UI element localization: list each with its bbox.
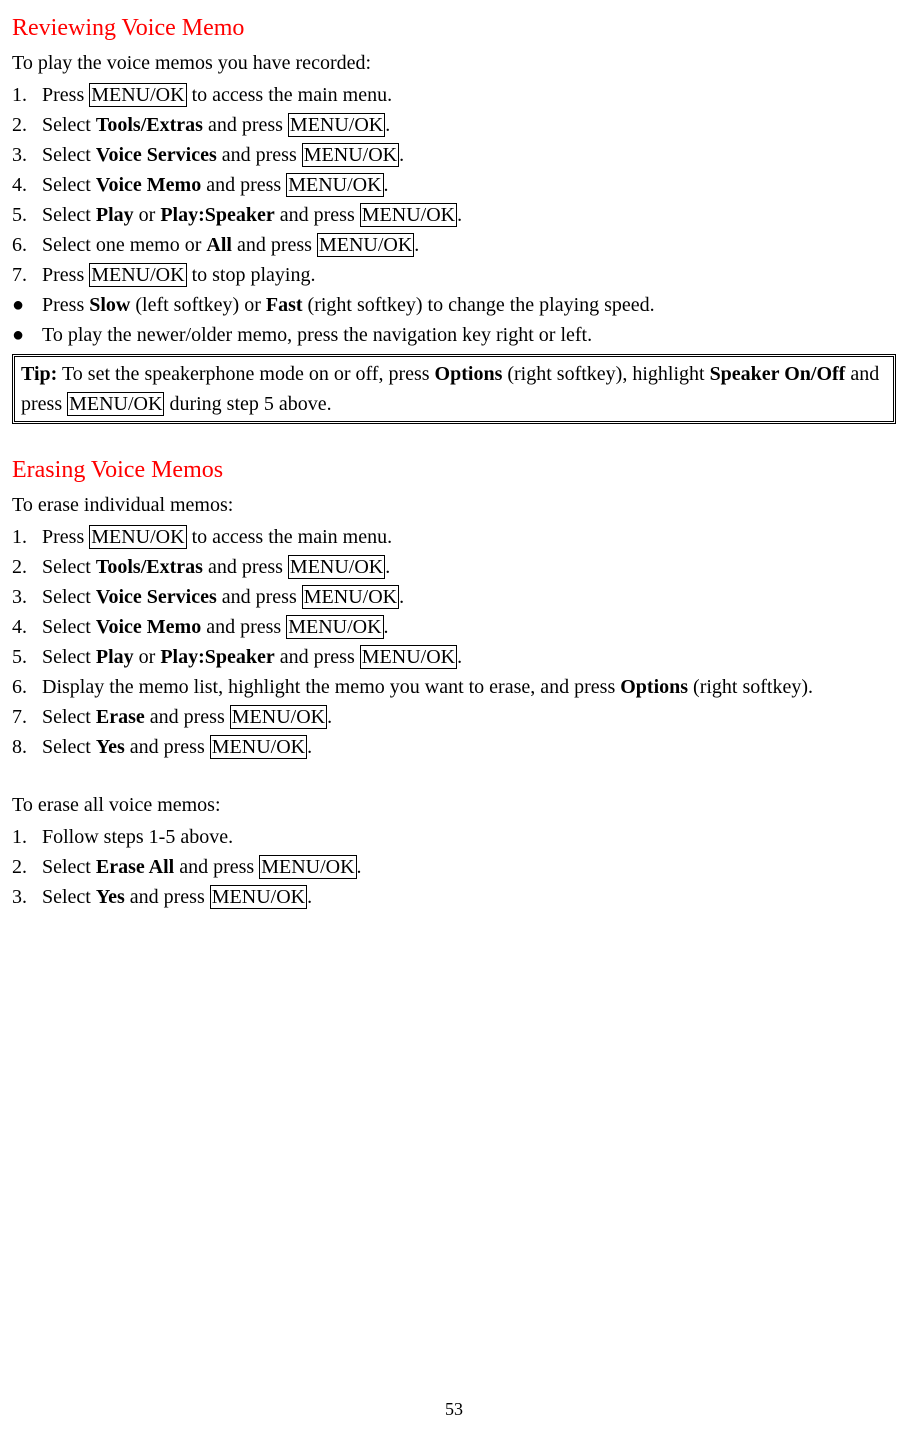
step-7: 7.Press MENU/OK to stop playing.	[12, 260, 896, 290]
tip-box: Tip: To set the speakerphone mode on or …	[12, 354, 896, 424]
menuok-key: MENU/OK	[89, 525, 186, 549]
step-7: 7.Select Erase and press MENU/OK.	[12, 702, 896, 732]
steps-reviewing: 1.Press MENU/OK to access the main menu.…	[12, 80, 896, 290]
step-2: 2.Select Erase All and press MENU/OK.	[12, 852, 896, 882]
heading-reviewing: Reviewing Voice Memo	[12, 10, 896, 46]
menuok-key: MENU/OK	[230, 705, 327, 729]
step-3: 3.Select Yes and press MENU/OK.	[12, 882, 896, 912]
step-2: 2.Select Tools/Extras and press MENU/OK.	[12, 552, 896, 582]
menuok-key: MENU/OK	[89, 83, 186, 107]
menuok-key: MENU/OK	[302, 585, 399, 609]
menuok-key: MENU/OK	[288, 113, 385, 137]
step-5: 5.Select Play or Play:Speaker and press …	[12, 642, 896, 672]
menuok-key: MENU/OK	[317, 233, 414, 257]
menuok-key: MENU/OK	[210, 735, 307, 759]
bullet-2: ●To play the newer/older memo, press the…	[12, 320, 896, 350]
menuok-key: MENU/OK	[360, 203, 457, 227]
steps-erase-all: 1.Follow steps 1-5 above. 2.Select Erase…	[12, 822, 896, 912]
menuok-key: MENU/OK	[360, 645, 457, 669]
menuok-key: MENU/OK	[89, 263, 186, 287]
bullet-1: ●Press Slow (left softkey) or Fast (righ…	[12, 290, 896, 320]
heading-erasing: Erasing Voice Memos	[12, 452, 896, 488]
step-1: 1.Press MENU/OK to access the main menu.	[12, 80, 896, 110]
step-3: 3.Select Voice Services and press MENU/O…	[12, 140, 896, 170]
steps-erasing: 1.Press MENU/OK to access the main menu.…	[12, 522, 896, 762]
menuok-key: MENU/OK	[286, 615, 383, 639]
intro-erasing: To erase individual memos:	[12, 490, 896, 520]
menuok-key: MENU/OK	[259, 855, 356, 879]
menuok-key: MENU/OK	[286, 173, 383, 197]
step-2: 2.Select Tools/Extras and press MENU/OK.	[12, 110, 896, 140]
menuok-key: MENU/OK	[210, 885, 307, 909]
menuok-key: MENU/OK	[288, 555, 385, 579]
intro-reviewing: To play the voice memos you have recorde…	[12, 48, 896, 78]
bullets-reviewing: ●Press Slow (left softkey) or Fast (righ…	[12, 290, 896, 350]
step-3: 3.Select Voice Services and press MENU/O…	[12, 582, 896, 612]
step-1: 1.Press MENU/OK to access the main menu.	[12, 522, 896, 552]
step-5: 5.Select Play or Play:Speaker and press …	[12, 200, 896, 230]
step-1: 1.Follow steps 1-5 above.	[12, 822, 896, 852]
menuok-key: MENU/OK	[302, 143, 399, 167]
intro-erase-all: To erase all voice memos:	[12, 790, 896, 820]
step-8: 8.Select Yes and press MENU/OK.	[12, 732, 896, 762]
menuok-key: MENU/OK	[67, 392, 164, 416]
page-number: 53	[12, 1396, 896, 1423]
step-6: 6.Select one memo or All and press MENU/…	[12, 230, 896, 260]
step-6: 6.Display the memo list, highlight the m…	[12, 672, 896, 702]
step-4: 4.Select Voice Memo and press MENU/OK.	[12, 612, 896, 642]
step-4: 4.Select Voice Memo and press MENU/OK.	[12, 170, 896, 200]
